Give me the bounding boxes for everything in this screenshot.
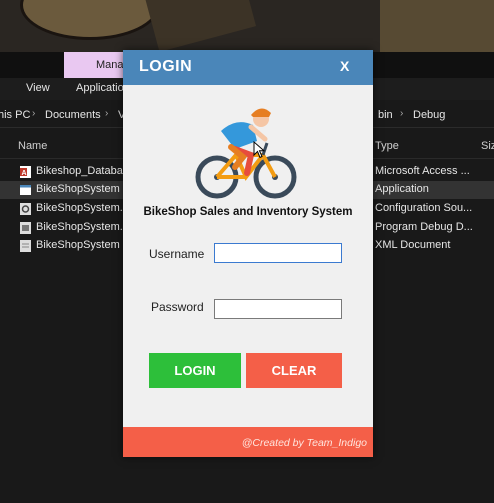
- svg-text:A: A: [22, 170, 27, 177]
- password-label: Password: [151, 300, 204, 314]
- access-file-icon: A: [20, 166, 31, 178]
- login-title: LOGIN: [139, 58, 193, 75]
- footer-credit: @Created by Team_Indigo: [241, 437, 367, 449]
- cyclist-logo-icon: [195, 108, 297, 199]
- menu-view[interactable]: View: [26, 82, 50, 94]
- chevron-right-icon: ›: [32, 108, 36, 119]
- menu-application[interactable]: Applicatio: [76, 82, 124, 94]
- file-type: Configuration Sou...: [375, 202, 473, 214]
- wallpaper-shape: [380, 0, 494, 52]
- column-header-name[interactable]: Name: [18, 140, 47, 152]
- application-icon: [20, 184, 31, 196]
- mouse-pointer-icon: [253, 141, 265, 159]
- file-name: BikeShopSystem: [36, 183, 120, 195]
- breadcrumb-this-pc[interactable]: his PC: [0, 109, 30, 121]
- breadcrumb-documents[interactable]: Documents: [45, 109, 101, 121]
- wallpaper-shape: [143, 0, 257, 52]
- chevron-right-icon: ›: [105, 108, 109, 119]
- file-type: Program Debug D...: [375, 221, 473, 233]
- breadcrumb-debug[interactable]: Debug: [413, 109, 445, 121]
- file-type: Application: [375, 183, 429, 195]
- config-file-icon: [20, 203, 31, 215]
- clear-button[interactable]: CLEAR: [246, 353, 342, 388]
- tab-manage[interactable]: Mana: [64, 52, 126, 78]
- username-input[interactable]: [214, 243, 342, 263]
- file-name: BikeShopSystem: [36, 239, 120, 251]
- chevron-right-icon: ›: [400, 108, 404, 119]
- login-dialog: LOGIN X BikeShop Sales and Inventory Sys…: [123, 50, 373, 457]
- file-type: Microsoft Access ...: [375, 165, 470, 177]
- wallpaper-shape: [20, 0, 160, 40]
- password-input[interactable]: [214, 299, 342, 319]
- file-name: BikeShopSystem.p: [36, 221, 129, 233]
- login-header[interactable]: LOGIN X: [123, 50, 373, 85]
- login-button[interactable]: LOGIN: [149, 353, 241, 388]
- username-label: Username: [149, 247, 205, 261]
- file-name: Bikeshop_Database: [36, 165, 135, 177]
- file-name: BikeShopSystem.ex: [36, 202, 135, 214]
- close-button[interactable]: X: [340, 58, 349, 74]
- login-footer: @Created by Team_Indigo: [123, 427, 373, 457]
- desktop-wallpaper: [0, 0, 494, 52]
- column-header-type[interactable]: Type: [375, 140, 399, 152]
- debug-file-icon: [20, 222, 31, 234]
- app-title: BikeShop Sales and Inventory System: [143, 206, 353, 218]
- column-header-size[interactable]: Siz: [481, 140, 494, 152]
- file-type: XML Document: [375, 239, 451, 251]
- breadcrumb-bin[interactable]: bin: [378, 109, 393, 121]
- xml-file-icon: [20, 240, 31, 252]
